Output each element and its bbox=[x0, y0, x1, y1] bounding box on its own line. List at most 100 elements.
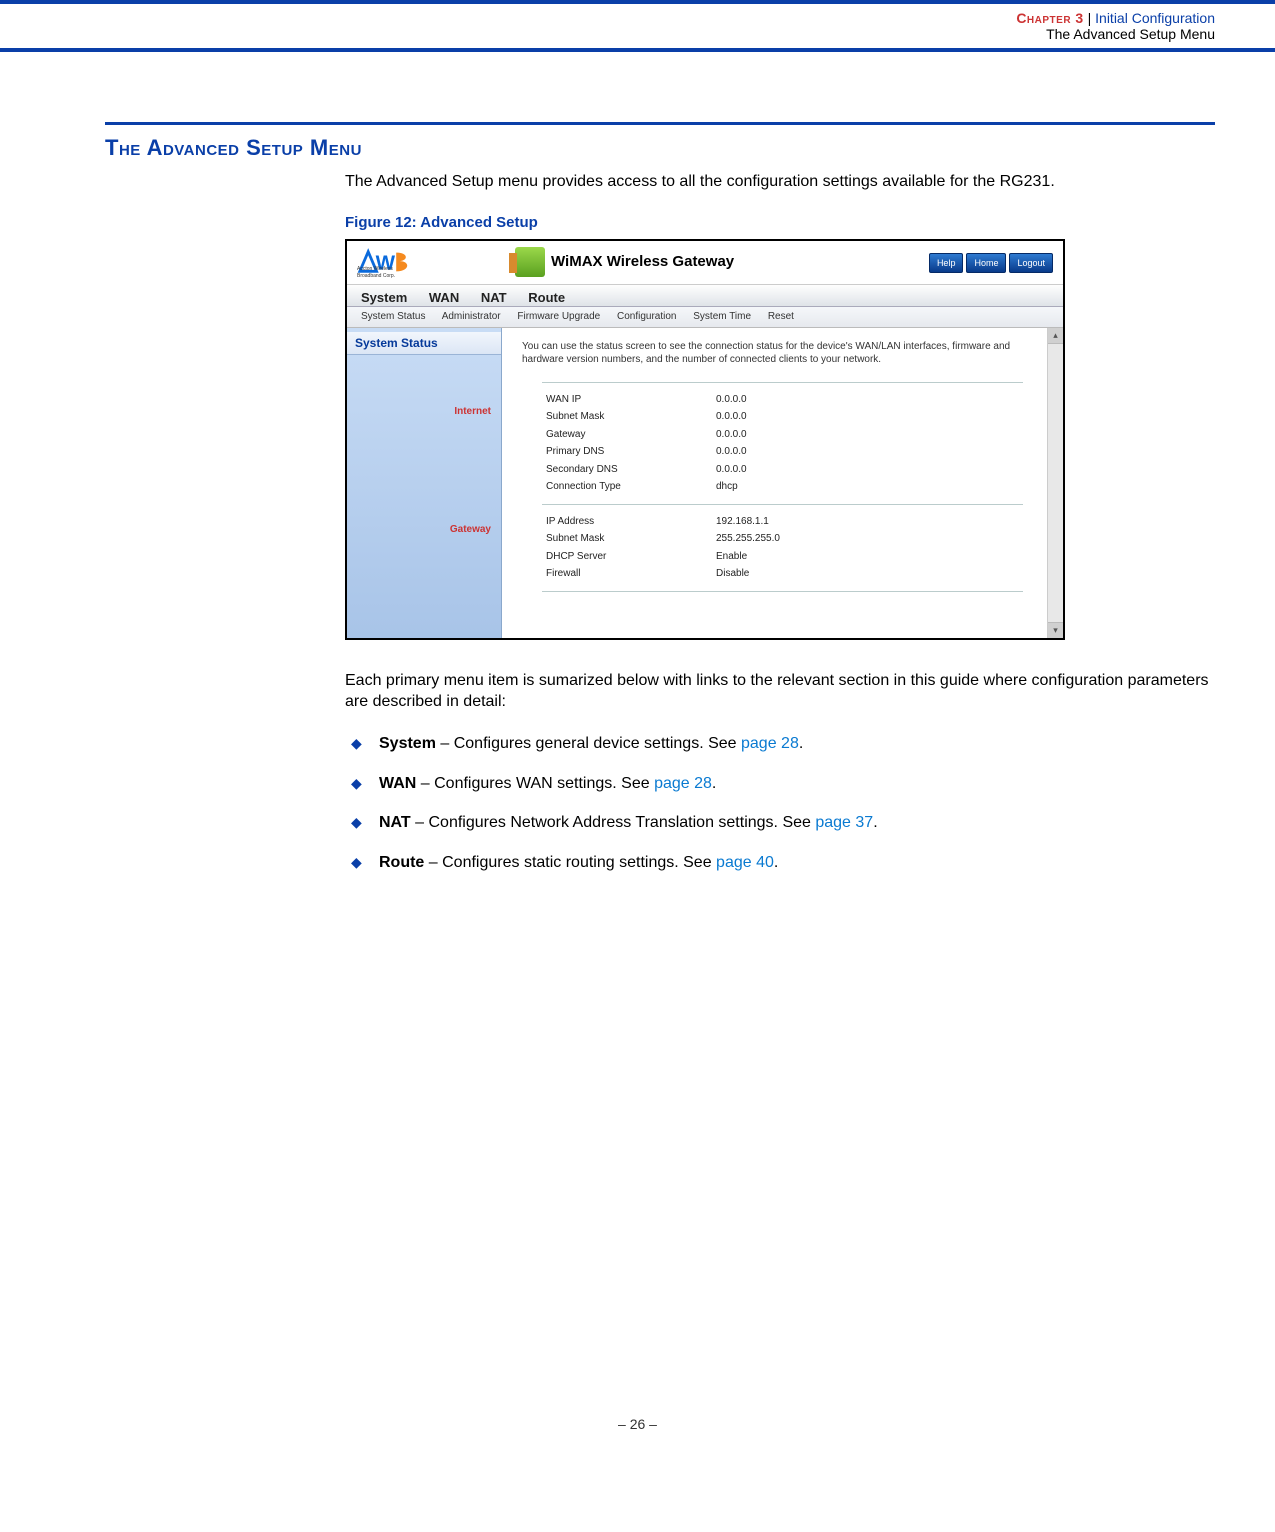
subtab-reset[interactable]: Reset bbox=[768, 311, 794, 322]
after-figure-paragraph: Each primary menu item is sumarized belo… bbox=[345, 670, 1215, 713]
row-val: 0.0.0.0 bbox=[712, 408, 1011, 426]
screenshot-main: You can use the status screen to see the… bbox=[502, 328, 1063, 638]
subtab-administrator[interactable]: Administrator bbox=[442, 311, 501, 322]
tab-wan[interactable]: WAN bbox=[429, 290, 459, 305]
subtab-firmware-upgrade[interactable]: Firmware Upgrade bbox=[517, 311, 600, 322]
row-key: Secondary DNS bbox=[542, 461, 712, 479]
scrollbar[interactable]: ▴ ▾ bbox=[1047, 328, 1063, 638]
divider bbox=[542, 504, 1023, 505]
row-key: Connection Type bbox=[542, 478, 712, 496]
banner: WiMAX Wireless Gateway bbox=[515, 247, 734, 277]
bullet-text: – Configures WAN settings. See bbox=[416, 775, 654, 792]
sidebar-label-gateway: Gateway bbox=[347, 425, 501, 543]
bullet-list: System – Configures general device setti… bbox=[345, 733, 1215, 873]
row-key: WAN IP bbox=[542, 391, 712, 409]
chapter-label: Chapter 3 bbox=[1016, 10, 1083, 26]
row-val: 0.0.0.0 bbox=[712, 461, 1011, 479]
bullet-text: – Configures Network Address Translation… bbox=[411, 814, 816, 831]
row-val: Enable bbox=[712, 548, 1011, 566]
row-key: Subnet Mask bbox=[542, 530, 712, 548]
page-number: – 26 – bbox=[0, 1416, 1275, 1432]
row-key: Primary DNS bbox=[542, 443, 712, 461]
sidebar-header: System Status bbox=[347, 332, 501, 355]
subtab-system-time[interactable]: System Time bbox=[693, 311, 751, 322]
bullet-text: – Configures static routing settings. Se… bbox=[424, 854, 716, 871]
row-key: Firewall bbox=[542, 565, 712, 583]
logo-awb: W Accton Wireless Broadband Corp. bbox=[355, 246, 415, 278]
page-link[interactable]: page 28 bbox=[741, 735, 799, 752]
bullet-bold: Route bbox=[379, 854, 424, 871]
page-link[interactable]: page 40 bbox=[716, 854, 774, 871]
bullet-bold: NAT bbox=[379, 814, 411, 831]
list-item: System – Configures general device setti… bbox=[345, 733, 1215, 755]
sub-tabs: System Status Administrator Firmware Upg… bbox=[347, 307, 1063, 328]
page-link[interactable]: page 28 bbox=[654, 775, 712, 792]
row-key: IP Address bbox=[542, 513, 712, 531]
bullet-text: – Configures general device settings. Se… bbox=[436, 735, 741, 752]
sidebar-label-internet: Internet bbox=[347, 355, 501, 425]
chapter-subtitle: The Advanced Setup Menu bbox=[0, 26, 1215, 42]
table-row: WAN IP0.0.0.0 bbox=[542, 391, 1011, 409]
scroll-up-icon[interactable]: ▴ bbox=[1048, 328, 1063, 344]
table-row: Primary DNS0.0.0.0 bbox=[542, 443, 1011, 461]
page-link[interactable]: page 37 bbox=[815, 814, 873, 831]
page-body: The Advanced Setup Menu The Advanced Set… bbox=[0, 52, 1275, 1452]
figure-caption: Figure 12: Advanced Setup bbox=[345, 213, 1215, 233]
banner-title: WiMAX Wireless Gateway bbox=[551, 252, 734, 272]
row-val: 255.255.255.0 bbox=[712, 530, 1011, 548]
row-val: Disable bbox=[712, 565, 1011, 583]
scroll-down-icon[interactable]: ▾ bbox=[1048, 622, 1063, 638]
chapter-title: Initial Configuration bbox=[1095, 10, 1215, 26]
list-item: NAT – Configures Network Address Transla… bbox=[345, 812, 1215, 834]
table-row: IP Address192.168.1.1 bbox=[542, 513, 1011, 531]
intro-paragraph: The Advanced Setup menu provides access … bbox=[345, 171, 1215, 193]
home-button[interactable]: Home bbox=[966, 253, 1006, 273]
subtab-configuration[interactable]: Configuration bbox=[617, 311, 676, 322]
bullet-tail: . bbox=[873, 814, 877, 831]
logo-subtext: Accton Wireless Broadband Corp. bbox=[357, 266, 415, 280]
table-row: Connection Typedhcp bbox=[542, 478, 1011, 496]
row-val: 0.0.0.0 bbox=[712, 443, 1011, 461]
tab-route[interactable]: Route bbox=[528, 290, 565, 305]
table-row: DHCP ServerEnable bbox=[542, 548, 1011, 566]
help-button[interactable]: Help bbox=[929, 253, 964, 273]
row-val: 192.168.1.1 bbox=[712, 513, 1011, 531]
table-row: Secondary DNS0.0.0.0 bbox=[542, 461, 1011, 479]
bullet-bold: System bbox=[379, 735, 436, 752]
table-row: FirewallDisable bbox=[542, 565, 1011, 583]
row-key: Gateway bbox=[542, 426, 712, 444]
main-tabs: System WAN NAT Route bbox=[347, 285, 1063, 308]
bullet-bold: WAN bbox=[379, 775, 416, 792]
logout-button[interactable]: Logout bbox=[1009, 253, 1053, 273]
section-heading: The Advanced Setup Menu bbox=[105, 135, 1215, 161]
list-item: WAN – Configures WAN settings. See page … bbox=[345, 773, 1215, 795]
table-row: Gateway0.0.0.0 bbox=[542, 426, 1011, 444]
bullet-tail: . bbox=[774, 854, 778, 871]
screenshot-topbar: W Accton Wireless Broadband Corp. WiMAX … bbox=[347, 241, 1063, 285]
page-header: Chapter 3 | Initial Configuration The Ad… bbox=[0, 0, 1275, 52]
divider bbox=[542, 382, 1023, 383]
body-column: The Advanced Setup menu provides access … bbox=[345, 171, 1215, 873]
figure-screenshot: W Accton Wireless Broadband Corp. WiMAX … bbox=[345, 239, 1065, 640]
row-val: dhcp bbox=[712, 478, 1011, 496]
header-separator: | bbox=[1088, 10, 1096, 26]
table-row: Subnet Mask255.255.255.0 bbox=[542, 530, 1011, 548]
row-val: 0.0.0.0 bbox=[712, 426, 1011, 444]
top-button-row: Help Home Logout bbox=[929, 253, 1053, 273]
banner-icon bbox=[515, 247, 545, 277]
row-key: DHCP Server bbox=[542, 548, 712, 566]
table-row: Subnet Mask0.0.0.0 bbox=[542, 408, 1011, 426]
list-item: Route – Configures static routing settin… bbox=[345, 852, 1215, 874]
screenshot-sidebar: System Status Internet Gateway bbox=[347, 328, 502, 638]
status-intro-text: You can use the status screen to see the… bbox=[522, 338, 1043, 374]
section-rule bbox=[105, 122, 1215, 125]
gateway-table: IP Address192.168.1.1 Subnet Mask255.255… bbox=[542, 513, 1011, 583]
divider bbox=[542, 591, 1023, 592]
internet-table: WAN IP0.0.0.0 Subnet Mask0.0.0.0 Gateway… bbox=[542, 391, 1011, 496]
tab-system[interactable]: System bbox=[361, 290, 407, 305]
subtab-system-status[interactable]: System Status bbox=[361, 311, 425, 322]
tab-nat[interactable]: NAT bbox=[481, 290, 507, 305]
bullet-tail: . bbox=[712, 775, 716, 792]
bullet-tail: . bbox=[799, 735, 803, 752]
row-key: Subnet Mask bbox=[542, 408, 712, 426]
